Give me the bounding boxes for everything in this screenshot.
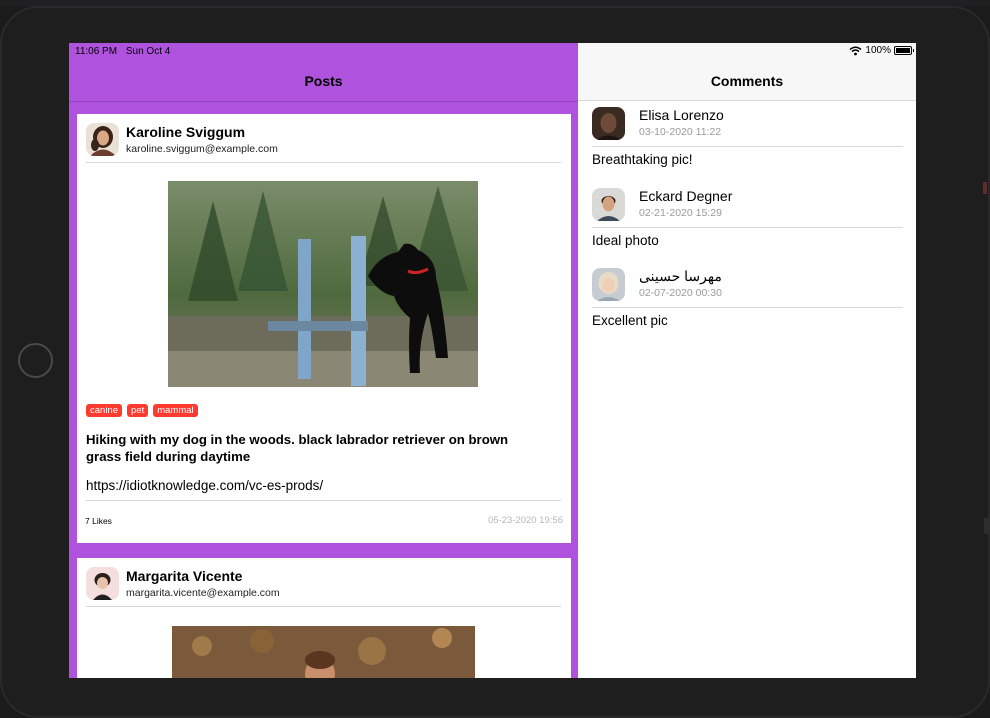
divider bbox=[592, 227, 903, 228]
tag[interactable]: pet bbox=[127, 404, 149, 417]
comment-author: مهرسا حسینی bbox=[639, 268, 722, 284]
post-image[interactable] bbox=[172, 626, 475, 678]
post-link[interactable]: https://idiotknowledge.com/vc-es-prods/ bbox=[86, 478, 323, 493]
post-image[interactable] bbox=[168, 181, 478, 387]
comment-timestamp: 02-07-2020 00:30 bbox=[639, 287, 722, 299]
post-author: Margarita Vicente margarita.vicente@exam… bbox=[86, 567, 280, 600]
status-date: Sun Oct 4 bbox=[125, 46, 171, 57]
comments-title: Comments bbox=[710, 73, 784, 89]
posts-title: Posts bbox=[304, 73, 343, 89]
post-date: 05-23-2020 19:56 bbox=[487, 515, 563, 526]
tag[interactable]: mammal bbox=[153, 404, 198, 417]
app-screen: 11:06 PM Sun Oct 4 Posts Karoline Sviggu… bbox=[69, 43, 916, 678]
comment-author: Elisa Lorenzo bbox=[639, 107, 724, 123]
divider bbox=[86, 500, 561, 501]
divider bbox=[592, 146, 903, 147]
comments-pane[interactable]: 100% Comments Elisa Lorenzo 03-10-2020 1… bbox=[578, 43, 916, 678]
nav-divider bbox=[69, 101, 578, 102]
divider bbox=[86, 606, 561, 607]
comment-text: Breathtaking pic! bbox=[592, 152, 693, 167]
battery-icon bbox=[894, 46, 914, 55]
divider bbox=[86, 162, 561, 163]
posts-pane[interactable]: 11:06 PM Sun Oct 4 Posts Karoline Sviggu… bbox=[69, 43, 578, 678]
avatar bbox=[86, 123, 119, 156]
comment-timestamp: 03-10-2020 11:22 bbox=[639, 126, 722, 138]
status-bar-left: 11:06 PM Sun Oct 4 bbox=[75, 46, 170, 57]
avatar bbox=[592, 188, 625, 221]
comment-timestamp: 02-21-2020 15:29 bbox=[639, 207, 722, 219]
tag[interactable]: canine bbox=[86, 404, 122, 417]
background-editor-scrollbar bbox=[984, 518, 990, 534]
likes-count: 7 Likes bbox=[85, 516, 112, 526]
comment-author: Eckard Degner bbox=[639, 188, 733, 204]
author-name: Margarita Vicente bbox=[126, 568, 243, 584]
background-editor-marker bbox=[983, 182, 987, 194]
wifi-icon bbox=[849, 46, 862, 55]
post-card[interactable]: Margarita Vicente margarita.vicente@exam… bbox=[77, 558, 571, 678]
author-email: margarita.vicente@example.com bbox=[126, 587, 280, 599]
post-caption: Hiking with my dog in the woods. black l… bbox=[86, 432, 509, 464]
comments-nav-bar: 100% Comments bbox=[578, 43, 916, 101]
comment-text: Excellent pic bbox=[592, 313, 668, 328]
post-author: Karoline Sviggum karoline.sviggum@exampl… bbox=[86, 123, 278, 156]
battery-percent: 100% bbox=[865, 45, 891, 56]
avatar bbox=[592, 107, 625, 140]
status-bar-right: 100% bbox=[849, 45, 914, 56]
divider bbox=[592, 307, 903, 308]
author-name: Karoline Sviggum bbox=[126, 124, 246, 140]
status-time: 11:06 PM bbox=[75, 46, 118, 57]
tag-list: canine pet mammal bbox=[86, 404, 203, 417]
comment-text: Ideal photo bbox=[592, 233, 659, 248]
avatar bbox=[86, 567, 119, 600]
home-button[interactable] bbox=[18, 343, 53, 378]
avatar bbox=[592, 268, 625, 301]
author-email: karoline.sviggum@example.com bbox=[126, 143, 278, 155]
post-card[interactable]: Karoline Sviggum karoline.sviggum@exampl… bbox=[77, 114, 571, 543]
